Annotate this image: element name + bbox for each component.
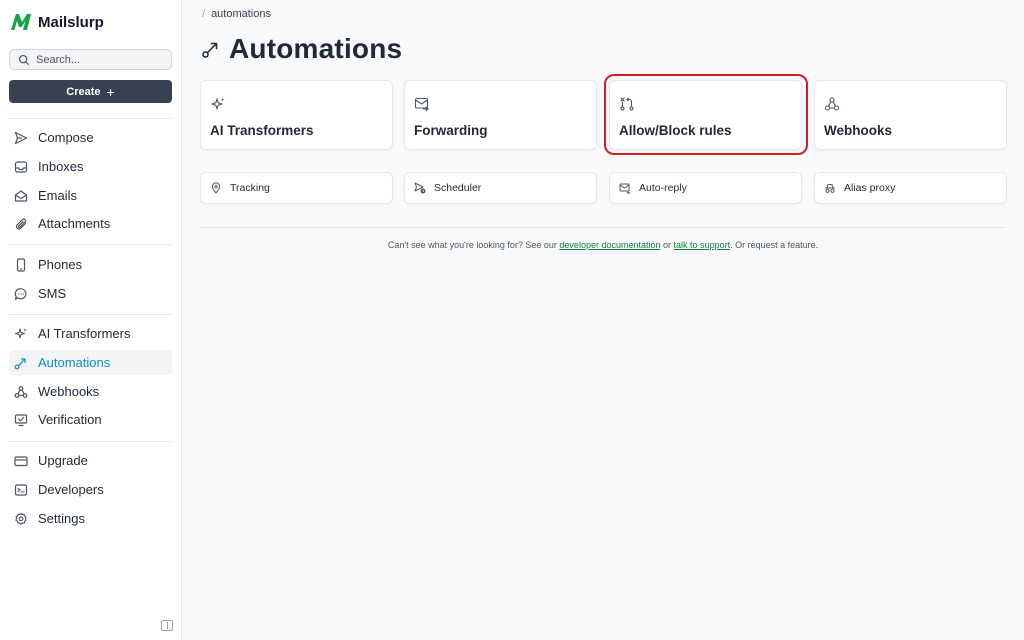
sidebar: Mailslurp Create + Compose Inboxes Email… bbox=[0, 0, 182, 640]
sidebar-divider bbox=[9, 244, 172, 245]
card-tracking[interactable]: Tracking bbox=[200, 172, 393, 204]
monitor-check-icon bbox=[14, 413, 28, 426]
envelope-open-icon bbox=[14, 189, 28, 202]
card-forwarding[interactable]: Forwarding bbox=[404, 80, 597, 150]
webhook-icon bbox=[824, 97, 840, 111]
card-label: Auto-reply bbox=[639, 182, 687, 194]
paperclip-icon bbox=[15, 217, 27, 230]
sidebar-item-developers[interactable]: Developers bbox=[9, 477, 172, 502]
sidebar-item-label: Inboxes bbox=[38, 159, 84, 174]
reply-mail-icon bbox=[619, 183, 631, 194]
sidebar-item-label: Webhooks bbox=[38, 384, 100, 399]
help-note-middle: or bbox=[663, 240, 672, 250]
search-input[interactable] bbox=[36, 53, 161, 66]
sparkles-icon bbox=[14, 327, 27, 339]
git-compare-icon bbox=[620, 97, 634, 111]
card-label: Webhooks bbox=[824, 123, 893, 138]
card-alias-proxy[interactable]: Alias proxy bbox=[814, 172, 1007, 204]
breadcrumb: / automations bbox=[202, 8, 271, 20]
search-box[interactable] bbox=[9, 49, 172, 70]
sidebar-item-webhooks[interactable]: Webhooks bbox=[9, 379, 172, 404]
sidebar-item-label: SMS bbox=[38, 286, 67, 301]
inbox-icon bbox=[14, 160, 28, 173]
sidebar-item-verification[interactable]: Verification bbox=[9, 407, 172, 432]
breadcrumb-separator: / bbox=[202, 8, 206, 20]
sidebar-divider bbox=[9, 441, 172, 442]
sidebar-item-label: AI Transformers bbox=[38, 326, 131, 341]
card-label: Tracking bbox=[230, 182, 270, 194]
route-icon bbox=[14, 357, 26, 369]
sidebar-item-sms[interactable]: SMS bbox=[9, 281, 172, 306]
card-scheduler[interactable]: Scheduler bbox=[404, 172, 597, 204]
brand-logo[interactable]: Mailslurp bbox=[10, 12, 104, 32]
card-ai-transformers[interactable]: AI Transformers bbox=[200, 80, 393, 150]
forward-mail-icon bbox=[414, 97, 429, 112]
content-divider bbox=[200, 227, 1006, 228]
breadcrumb-current[interactable]: automations bbox=[211, 8, 271, 20]
card-label: Allow/Block rules bbox=[619, 123, 732, 138]
sidebar-item-label: Automations bbox=[38, 355, 111, 370]
sidebar-item-label: Upgrade bbox=[38, 453, 88, 468]
gear-icon bbox=[15, 512, 27, 525]
main-content: / automations Automations AI Transformer… bbox=[183, 0, 1024, 640]
sidebar-item-label: Emails bbox=[38, 188, 78, 203]
plus-icon: + bbox=[106, 83, 115, 100]
sidebar-item-settings[interactable]: Settings bbox=[9, 506, 172, 531]
talk-to-support-link[interactable]: talk to support bbox=[674, 240, 731, 250]
card-label: Scheduler bbox=[434, 182, 482, 194]
route-icon bbox=[202, 42, 218, 58]
create-button-label: Create bbox=[66, 85, 101, 98]
create-button[interactable]: Create + bbox=[9, 80, 172, 103]
send-icon bbox=[14, 131, 28, 144]
brand-name: Mailslurp bbox=[38, 13, 104, 31]
mailslurp-logo-icon bbox=[11, 14, 31, 30]
card-allow-block-rules[interactable]: Allow/Block rules bbox=[609, 80, 802, 150]
card-auto-reply[interactable]: Auto-reply bbox=[609, 172, 802, 204]
collapse-sidebar-icon[interactable] bbox=[161, 620, 173, 631]
help-note: Can't see what you're looking for? See o… bbox=[200, 240, 1006, 250]
card-label: AI Transformers bbox=[210, 123, 314, 138]
sidebar-divider bbox=[9, 314, 172, 315]
help-note-suffix: . Or request a feature. bbox=[730, 240, 819, 250]
page-title: Automations bbox=[201, 33, 402, 65]
sidebar-item-emails[interactable]: Emails bbox=[9, 183, 172, 208]
incognito-icon bbox=[825, 184, 835, 193]
sidebar-item-label: Settings bbox=[38, 511, 85, 526]
search-icon bbox=[18, 54, 30, 65]
sidebar-item-label: Compose bbox=[38, 130, 94, 145]
map-pin-icon bbox=[211, 182, 221, 194]
card-label: Forwarding bbox=[414, 123, 488, 138]
sidebar-item-attachments[interactable]: Attachments bbox=[9, 211, 172, 236]
sidebar-item-phones[interactable]: Phones bbox=[9, 252, 172, 277]
sparkles-icon bbox=[211, 97, 225, 110]
sidebar-item-inboxes[interactable]: Inboxes bbox=[9, 154, 172, 179]
sidebar-item-label: Verification bbox=[38, 412, 102, 427]
sidebar-item-compose[interactable]: Compose bbox=[9, 125, 172, 150]
developer-documentation-link[interactable]: developer documentation bbox=[559, 240, 660, 250]
sidebar-item-automations[interactable]: Automations bbox=[9, 350, 172, 375]
sidebar-item-label: Developers bbox=[38, 482, 104, 497]
sidebar-item-label: Attachments bbox=[38, 216, 111, 231]
page-title-text: Automations bbox=[229, 33, 403, 64]
phone-icon bbox=[16, 257, 26, 272]
send-clock-icon bbox=[414, 182, 426, 194]
chat-bubble-icon bbox=[14, 287, 27, 300]
terminal-icon bbox=[14, 483, 28, 496]
webhook-icon bbox=[14, 385, 28, 398]
card-webhooks[interactable]: Webhooks bbox=[814, 80, 1007, 150]
sidebar-item-upgrade[interactable]: Upgrade bbox=[9, 448, 172, 473]
card-label: Alias proxy bbox=[844, 182, 896, 194]
sidebar-item-label: Phones bbox=[38, 257, 83, 272]
sidebar-divider bbox=[9, 118, 172, 119]
sidebar-item-ai-transformers[interactable]: AI Transformers bbox=[9, 321, 172, 346]
credit-card-icon bbox=[14, 455, 28, 466]
help-note-prefix: Can't see what you're looking for? See o… bbox=[387, 240, 557, 250]
